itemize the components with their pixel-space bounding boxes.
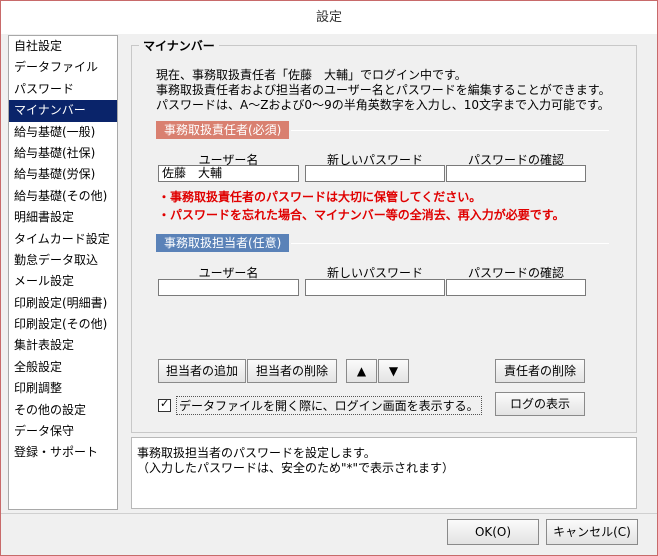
sidebar-item-general[interactable]: 全般設定 [9,357,117,378]
sidebar-item-print-other[interactable]: 印刷設定(その他) [9,314,117,335]
sidebar-item-password[interactable]: パスワード [9,79,117,100]
delete-staff-button[interactable]: 担当者の削除 [247,359,337,383]
footer-divider [1,513,657,514]
sidebar-item-statement[interactable]: 明細書設定 [9,207,117,228]
sidebar-item-timecard[interactable]: タイムカード設定 [9,229,117,250]
manager-username-field[interactable]: 佐藤 大輔 [158,165,299,182]
staff-confirm-password-field[interactable] [446,279,586,296]
move-down-button[interactable]: ▼ [378,359,409,383]
login-screen-checkbox-label[interactable]: データファイルを開く際に、ログイン画面を表示する。 [176,396,482,415]
move-up-button[interactable]: ▲ [346,359,377,383]
window-title: 設定 [1,1,657,34]
staff-section-label: 事務取扱担当者(任意) [156,234,290,252]
staff-new-password-field[interactable] [305,279,445,296]
intro-line: 現在、事務取扱責任者「佐藤 大輔」でログイン中です。 [156,68,467,82]
ok-button[interactable]: OK(O) [447,519,539,545]
group-title: マイナンバー [139,37,219,54]
sidebar-item-salary-general[interactable]: 給与基礎(一般) [9,122,117,143]
sidebar-item-summary[interactable]: 集計表設定 [9,335,117,356]
sidebar-item-registration-support[interactable]: 登録・サポート [9,442,117,463]
sidebar-item-salary-other[interactable]: 給与基礎(その他) [9,186,117,207]
manager-section-divider [291,130,609,131]
sidebar-item-my-number[interactable]: マイナンバー [9,100,117,122]
warning-keep-password: ・事務取扱責任者のパスワードは大切に保管してください。 [158,190,482,204]
sidebar-item-salary-social[interactable]: 給与基礎(社保) [9,143,117,164]
warning-forgot-password: ・パスワードを忘れた場合、マイナンバー等の全消去、再入力が必要です。 [158,208,565,222]
sidebar-item-attendance-import[interactable]: 勤怠データ取込 [9,250,117,271]
description-line: （入力したパスワードは、安全のため"*"で表示されます） [137,461,455,475]
staff-section-divider [291,243,609,244]
sidebar-item-data-file[interactable]: データファイル [9,57,117,78]
intro-text: 現在、事務取扱責任者「佐藤 大輔」でログイン中です。 事務取扱責任者および担当者… [156,68,611,113]
arrow-up-icon: ▲ [356,364,367,378]
settings-window: 設定 自社設定 データファイル パスワード マイナンバー 給与基礎(一般) 給与… [0,0,658,556]
sidebar-item-data-maintenance[interactable]: データ保守 [9,421,117,442]
intro-line: パスワードは、A～Zおよび0～9の半角英数字を入力し、10文字まで入力可能です。 [156,98,610,112]
manager-section-label: 事務取扱責任者(必須) [156,121,290,139]
sidebar-item-company[interactable]: 自社設定 [9,36,117,57]
manager-new-password-field[interactable] [305,165,445,182]
show-log-button[interactable]: ログの表示 [495,392,585,416]
manager-confirm-password-field[interactable] [446,165,586,182]
sidebar: 自社設定 データファイル パスワード マイナンバー 給与基礎(一般) 給与基礎(… [8,35,118,510]
intro-line: 事務取扱責任者および担当者のユーザー名とパスワードを編集することができます。 [156,83,611,97]
add-staff-button[interactable]: 担当者の追加 [158,359,246,383]
sidebar-item-other-settings[interactable]: その他の設定 [9,400,117,421]
sidebar-item-print-adjust[interactable]: 印刷調整 [9,378,117,399]
description-line: 事務取扱担当者のパスワードを設定します。 [137,446,376,460]
login-screen-checkbox[interactable] [158,397,171,412]
sidebar-item-print-statement[interactable]: 印刷設定(明細書) [9,293,117,314]
login-screen-checkbox-row[interactable]: データファイルを開く際に、ログイン画面を表示する。 [158,396,482,415]
description-text: 事務取扱担当者のパスワードを設定します。 （入力したパスワードは、安全のため"*… [137,446,454,476]
cancel-button[interactable]: キャンセル(C) [546,519,638,545]
staff-username-field[interactable] [158,279,299,296]
sidebar-item-salary-labor[interactable]: 給与基礎(労保) [9,164,117,185]
delete-manager-button[interactable]: 責任者の削除 [495,359,585,383]
sidebar-item-mail[interactable]: メール設定 [9,271,117,292]
arrow-down-icon: ▼ [388,364,399,378]
